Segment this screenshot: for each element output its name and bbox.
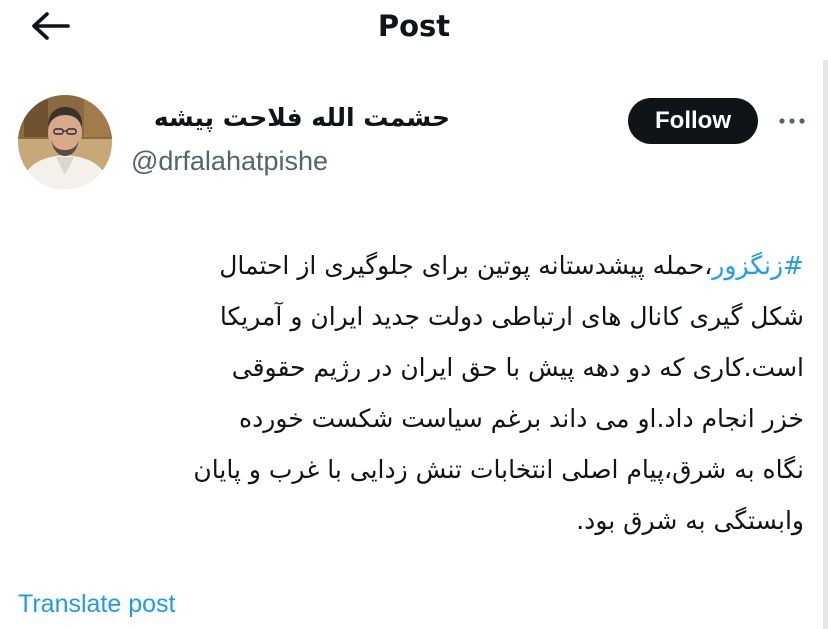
post-line: است.کاری که دو دهه پیش با حق ایران در رژ… (231, 353, 804, 382)
page-title: Post (377, 9, 451, 43)
post-line: وابستگی به شرق بود. (576, 506, 804, 535)
author-name[interactable]: حشمت الله فلاحت پیشه (154, 98, 450, 138)
more-options-button[interactable] (774, 104, 810, 138)
post-line-text: ،حمله پیشدستانه پوتین برای جلوگیری از اح… (219, 251, 713, 280)
hashtag-link[interactable]: #زنگزور (712, 251, 804, 280)
post-text: #زنگزور،حمله پیشدستانه پوتین برای جلوگیر… (14, 240, 804, 546)
post-line: #زنگزور،حمله پیشدستانه پوتین برای جلوگیر… (14, 240, 804, 291)
post-line: شکل گیری کانال های ارتباطی دولت جدید ایر… (219, 302, 804, 331)
post-line: خزر انجام داد.او می داند برغم سیاست شکست… (239, 404, 804, 433)
follow-button[interactable]: Follow (628, 98, 758, 144)
top-app-bar: Post (0, 0, 828, 60)
profile-photo (18, 95, 112, 189)
avatar[interactable] (18, 95, 112, 189)
author-handle[interactable]: @drfalahatpishe (131, 143, 328, 179)
post-line: نگاه به شرق،پیام اصلی انتخابات تنش زدایی… (193, 455, 804, 484)
translate-post-link[interactable]: Translate post (18, 584, 175, 624)
more-horizontal-icon (779, 118, 805, 124)
scrollbar-track[interactable] (823, 60, 828, 629)
